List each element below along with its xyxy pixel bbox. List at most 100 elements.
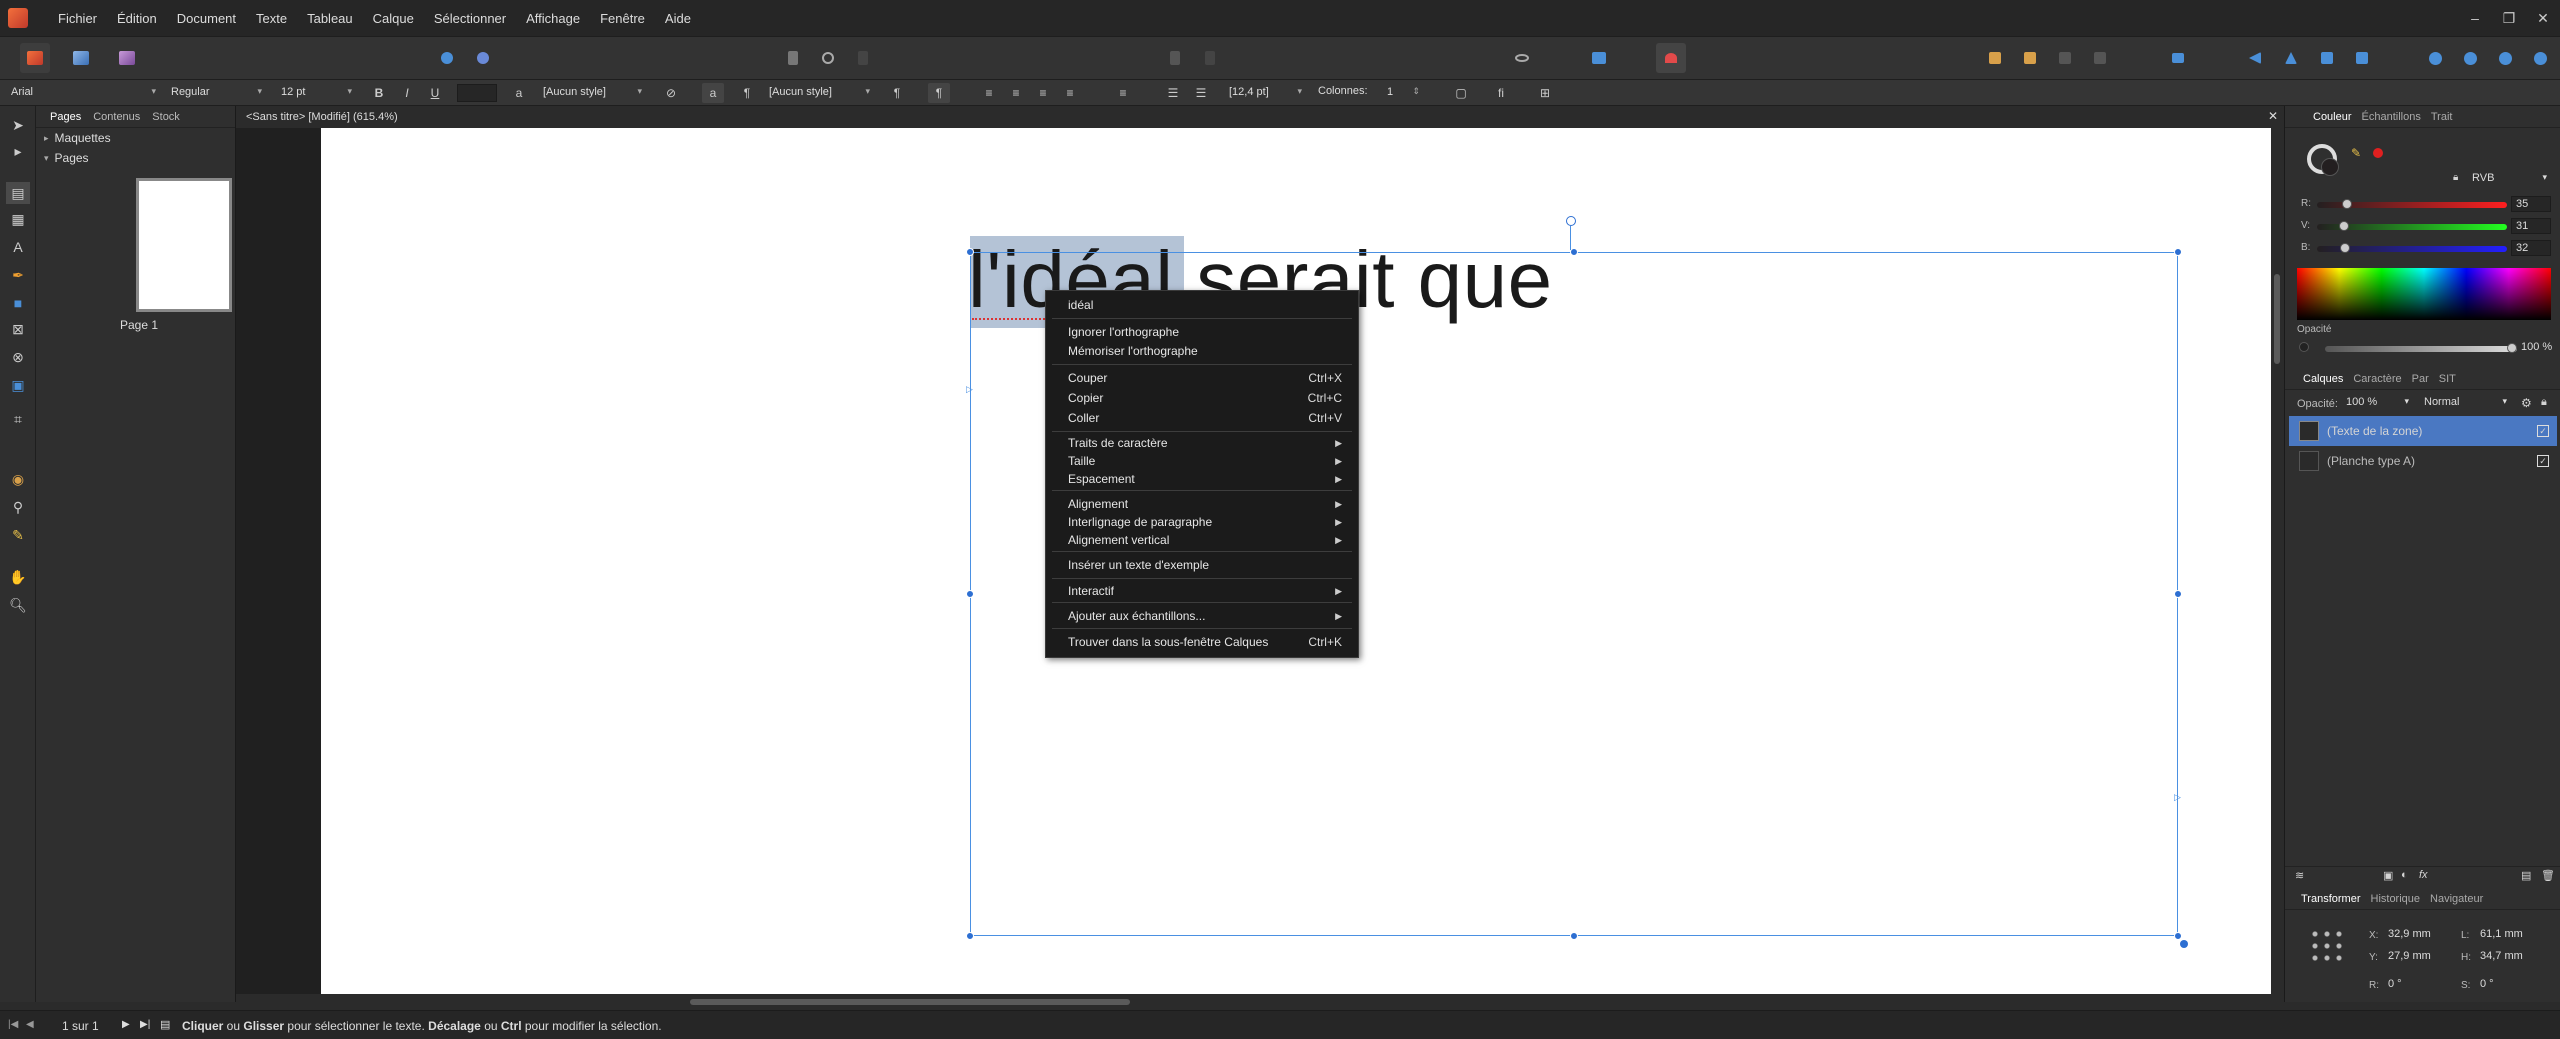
tab-transformer[interactable]: Transformer — [2301, 893, 2361, 905]
restore-icon[interactable]: ❐ — [2492, 10, 2526, 27]
menu-item-spacing[interactable]: Espacement ▶ — [1068, 470, 1342, 488]
lock-icon[interactable]: 🔒︎ — [2453, 172, 2458, 183]
frame-text-tool-icon[interactable]: ▤ — [6, 182, 30, 204]
paragraph-style-select[interactable]: [Aucun style] ▾ — [764, 84, 874, 102]
justify-icon[interactable]: ≡ — [1059, 83, 1081, 103]
vertical-align-icon[interactable]: ≡ — [1112, 83, 1134, 103]
horizontal-scrollbar[interactable] — [236, 994, 2284, 1010]
arrange-front-icon[interactable] — [2050, 43, 2080, 73]
b-value[interactable]: 32 — [2511, 240, 2551, 256]
menu-item-size[interactable]: Taille ▶ — [1068, 452, 1342, 470]
tab-stock[interactable]: Stock — [152, 111, 180, 123]
blend-mode-select[interactable]: Normal ▾ — [2419, 394, 2509, 412]
anchor-point-selector[interactable] — [2309, 928, 2345, 964]
bold-button[interactable]: B — [368, 83, 390, 103]
horizontal-scroll-thumb[interactable] — [690, 999, 1130, 1005]
close-icon[interactable]: ✕ — [2526, 10, 2560, 27]
handle-top-left[interactable] — [966, 248, 974, 256]
align-center-icon[interactable]: ≡ — [1005, 83, 1027, 103]
pilcrow-icon[interactable]: ¶ — [736, 83, 758, 103]
character-style-select[interactable]: [Aucun style] ▾ — [538, 84, 646, 102]
pages-section[interactable]: ▾ Pages — [36, 148, 235, 168]
rotation-handle[interactable] — [1566, 216, 1576, 226]
tab-echantillons[interactable]: Échantillons — [2362, 111, 2421, 123]
place-image-icon[interactable] — [432, 43, 462, 73]
eye-icon[interactable] — [1507, 43, 1537, 73]
handle-bottom-right[interactable] — [2174, 932, 2182, 940]
menu-item-cut[interactable]: Couper Ctrl+X — [1068, 369, 1342, 387]
menu-item-alignment[interactable]: Alignement ▶ — [1068, 495, 1342, 513]
fx-icon[interactable]: fx — [2419, 869, 2428, 881]
r-slider[interactable] — [2317, 199, 2507, 209]
place-image-tool-icon[interactable]: ▣ — [6, 374, 30, 396]
tab-sit[interactable]: SIT — [2439, 373, 2456, 385]
first-page-icon[interactable]: |◀ — [8, 1019, 18, 1030]
mask-icon[interactable]: ▣ — [2383, 869, 2393, 882]
handle-bottom-left[interactable] — [966, 932, 974, 940]
leading-select[interactable]: [12,4 pt] ▾ — [1224, 84, 1306, 102]
layers-stack-icon[interactable]: ≋ — [2295, 869, 2304, 882]
tab-contenus[interactable]: Contenus — [93, 111, 140, 123]
next-page-icon[interactable]: ▶ — [122, 1019, 130, 1030]
node-tool-icon[interactable]: ▸ — [6, 140, 30, 162]
y-field[interactable]: 27,9 mm — [2383, 948, 2439, 966]
arrange-back-icon[interactable] — [1980, 43, 2010, 73]
adjustment-icon[interactable]: ◐ — [2401, 869, 2408, 881]
layer-row-text-frame[interactable]: (Texte de la zone) ✓ — [2289, 416, 2557, 446]
menu-item-paragraph-leading[interactable]: Interlignage de paragraphe ▶ — [1068, 513, 1342, 531]
b-slider[interactable] — [2317, 243, 2507, 253]
rotate-right-icon[interactable] — [2347, 43, 2377, 73]
table-tool-icon[interactable]: ▦ — [6, 208, 30, 230]
crop-tool-icon[interactable]: ⌗ — [6, 408, 30, 430]
layer-row-master[interactable]: (Planche type A) ✓ — [2289, 446, 2557, 476]
fill-color-swatch[interactable] — [2321, 158, 2339, 176]
frame-icon[interactable] — [1195, 43, 1225, 73]
text-style-icon[interactable]: a — [508, 83, 530, 103]
menu-document[interactable]: Document — [177, 11, 236, 26]
menu-edition[interactable]: Édition — [117, 11, 157, 26]
menu-item-vertical-alignment[interactable]: Alignement vertical ▶ — [1068, 531, 1342, 549]
tab-trait[interactable]: Trait — [2431, 111, 2453, 123]
numbered-list-icon[interactable]: ☰ — [1190, 83, 1212, 103]
b-slider-knob[interactable] — [2339, 243, 2350, 253]
tab-pages[interactable]: Pages — [50, 111, 81, 123]
flip-vertical-icon[interactable] — [2276, 43, 2306, 73]
vertical-scrollbar[interactable] — [2271, 128, 2284, 994]
handle-middle-left[interactable] — [966, 590, 974, 598]
menu-item-ignore-spelling[interactable]: Ignorer l'orthographe — [1068, 323, 1342, 341]
text-flow-out-icon[interactable]: ▷ — [2174, 792, 2181, 803]
menu-item-learn-spelling[interactable]: Mémoriser l'orthographe — [1068, 342, 1342, 360]
rotation-field[interactable]: 0 ° — [2383, 976, 2443, 994]
minimize-icon[interactable]: – — [2458, 10, 2492, 26]
align-left-icon[interactable]: ≡ — [978, 83, 1000, 103]
menu-item-interactive[interactable]: Interactif ▶ — [1068, 582, 1342, 600]
tab-couleur[interactable]: Couleur — [2313, 111, 2352, 123]
boolean-divide-icon[interactable] — [2525, 43, 2555, 73]
r-value[interactable]: 35 — [2511, 196, 2551, 212]
menu-fichier[interactable]: Fichier — [58, 11, 97, 26]
text-wrap-icon[interactable] — [1160, 43, 1190, 73]
align-icon[interactable] — [2163, 43, 2193, 73]
close-document-icon[interactable]: ✕ — [2268, 109, 2278, 123]
menu-calque[interactable]: Calque — [373, 11, 414, 26]
frame-options-icon[interactable]: ▢ — [1450, 83, 1472, 103]
photo-persona-icon[interactable] — [112, 43, 142, 73]
no-color-swatch[interactable] — [2373, 148, 2383, 158]
color-picker-icon[interactable]: ✎ — [6, 524, 30, 546]
view-mode-icon[interactable] — [813, 43, 843, 73]
font-family-select[interactable]: Arial ▾ — [6, 84, 160, 102]
g-value[interactable]: 31 — [2511, 218, 2551, 234]
snapping-magnet-icon[interactable] — [1656, 43, 1686, 73]
bullet-list-icon[interactable]: ☰ — [1162, 83, 1184, 103]
tab-caractere[interactable]: Caractère — [2353, 373, 2401, 385]
boolean-intersect-icon[interactable] — [2490, 43, 2520, 73]
boolean-subtract-icon[interactable] — [2455, 43, 2485, 73]
font-size-select[interactable]: 12 pt ▾ — [276, 84, 356, 102]
pages-view-icon[interactable]: ▤ — [160, 1018, 170, 1031]
zoom-tool-icon[interactable]: 🔍︎ — [6, 594, 30, 616]
publisher-persona-icon[interactable] — [20, 43, 50, 73]
handle-bottom-center[interactable] — [1570, 932, 1578, 940]
page-box-icon[interactable] — [848, 43, 878, 73]
r-slider-knob[interactable] — [2341, 199, 2352, 209]
color-model-select[interactable]: RVB ▾ — [2467, 170, 2551, 188]
